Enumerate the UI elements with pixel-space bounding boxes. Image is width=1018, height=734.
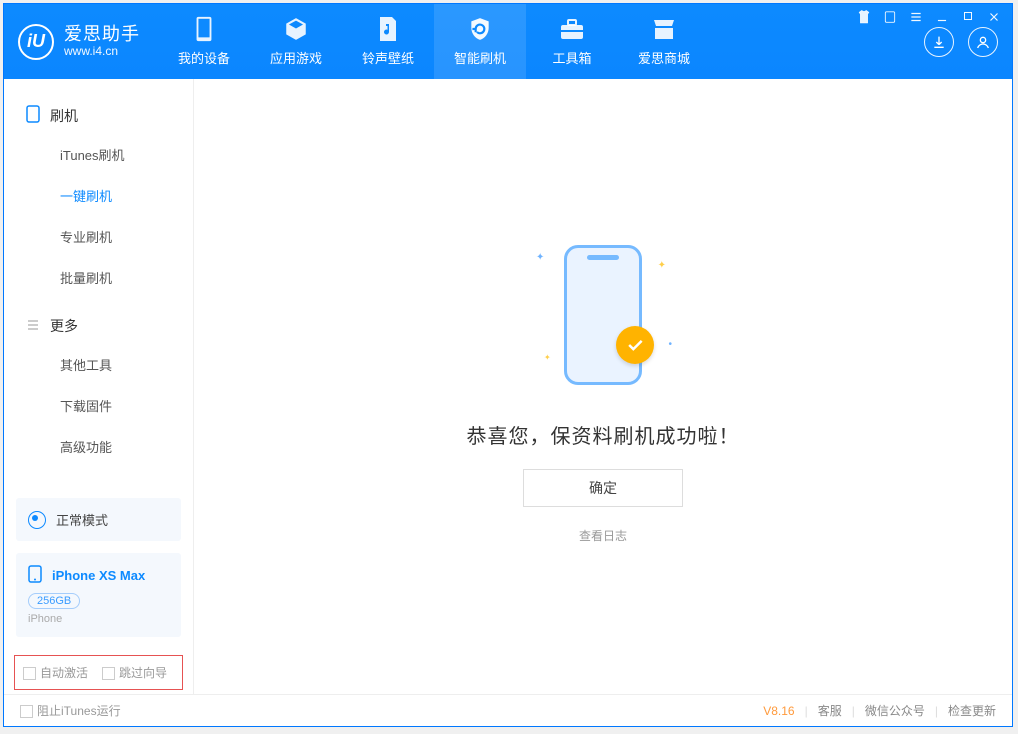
checkbox-label: 跳过向导 [119, 666, 167, 680]
menu-icon[interactable] [908, 10, 924, 27]
main-content: ✦ ✦ ✦ • 恭喜您，保资料刷机成功啦！ 确定 查看日志 [194, 79, 1012, 694]
minimize-icon[interactable] [934, 10, 950, 27]
checkbox-block-itunes[interactable]: 阻止iTunes运行 [20, 702, 121, 719]
support-link[interactable]: 客服 [818, 702, 842, 719]
close-icon[interactable] [986, 10, 1002, 27]
logo-area: iU 爱思助手 www.i4.cn [4, 4, 158, 79]
sidebar-item-itunes-flash[interactable]: iTunes刷机 [4, 134, 193, 175]
shield-refresh-icon [467, 16, 493, 42]
app-name: 爱思助手 [64, 25, 140, 45]
shirt-icon[interactable] [856, 10, 872, 27]
device-name: iPhone XS Max [52, 568, 145, 583]
sidebar-group-more: 更多 [4, 308, 193, 344]
sparkle-icon: • [668, 339, 672, 350]
version-label: V8.16 [763, 704, 794, 718]
sparkle-icon: ✦ [544, 353, 551, 362]
sparkle-icon: ✦ [536, 252, 544, 263]
device-phone-icon [28, 565, 42, 586]
mode-icon [28, 511, 46, 529]
list-icon [26, 318, 40, 335]
download-button[interactable] [924, 27, 954, 57]
group-title: 刷机 [50, 106, 78, 126]
tab-label: 爱思商城 [638, 48, 690, 67]
device-storage: 256GB [28, 593, 80, 609]
mode-label: 正常模式 [56, 510, 108, 529]
device-type: iPhone [28, 613, 169, 625]
check-badge-icon [616, 326, 654, 364]
sidebar: 刷机 iTunes刷机 一键刷机 专业刷机 批量刷机 更多 其他工具 下载固件 … [4, 79, 194, 694]
note-icon[interactable] [882, 10, 898, 27]
tab-store[interactable]: 爱思商城 [618, 4, 710, 79]
success-illustration: ✦ ✦ ✦ • [518, 230, 688, 400]
store-icon [651, 16, 677, 42]
group-title: 更多 [50, 316, 78, 336]
checkbox-label: 阻止iTunes运行 [37, 704, 121, 718]
highlighted-options: 自动激活 跳过向导 [14, 655, 183, 690]
checkbox-icon [20, 705, 33, 718]
logo-icon: iU [18, 24, 54, 60]
tab-toolbox[interactable]: 工具箱 [526, 4, 618, 79]
maximize-icon[interactable] [960, 10, 976, 27]
checkbox-icon [23, 667, 36, 680]
checkbox-auto-activate[interactable]: 自动激活 [23, 664, 88, 681]
tab-my-device[interactable]: 我的设备 [158, 4, 250, 79]
tab-label: 应用游戏 [270, 48, 322, 67]
nav-tabs: 我的设备 应用游戏 铃声壁纸 智能刷机 [158, 4, 710, 79]
tab-label: 我的设备 [178, 48, 230, 67]
view-log-link[interactable]: 查看日志 [579, 527, 627, 544]
tab-apps-games[interactable]: 应用游戏 [250, 4, 342, 79]
sidebar-item-download-firmware[interactable]: 下载固件 [4, 385, 193, 426]
window-controls [856, 10, 1002, 27]
confirm-button[interactable]: 确定 [523, 469, 683, 507]
music-file-icon [375, 16, 401, 42]
device-card[interactable]: iPhone XS Max 256GB iPhone [16, 553, 181, 637]
tab-label: 智能刷机 [454, 48, 506, 67]
tab-label: 铃声壁纸 [362, 48, 414, 67]
phone-icon [191, 16, 217, 42]
sidebar-item-pro-flash[interactable]: 专业刷机 [4, 216, 193, 257]
phone-illustration-icon [564, 245, 642, 385]
checkbox-icon [102, 667, 115, 680]
checkbox-label: 自动激活 [40, 666, 88, 680]
check-update-link[interactable]: 检查更新 [948, 702, 996, 719]
success-message: 恭喜您，保资料刷机成功啦！ [467, 420, 740, 449]
sidebar-item-advanced[interactable]: 高级功能 [4, 426, 193, 467]
sidebar-item-onekey-flash[interactable]: 一键刷机 [4, 175, 193, 216]
tab-ringtone-wallpaper[interactable]: 铃声壁纸 [342, 4, 434, 79]
checkbox-skip-guide[interactable]: 跳过向导 [102, 664, 167, 681]
phone-outline-icon [26, 105, 40, 126]
cube-icon [283, 16, 309, 42]
mode-card[interactable]: 正常模式 [16, 498, 181, 541]
sidebar-item-other-tools[interactable]: 其他工具 [4, 344, 193, 385]
sidebar-item-batch-flash[interactable]: 批量刷机 [4, 257, 193, 298]
wechat-link[interactable]: 微信公众号 [865, 702, 925, 719]
status-bar: 阻止iTunes运行 V8.16 | 客服 | 微信公众号 | 检查更新 [4, 694, 1012, 726]
toolbox-icon [559, 16, 585, 42]
tab-label: 工具箱 [552, 48, 591, 67]
user-button[interactable] [968, 27, 998, 57]
sparkle-icon: ✦ [658, 260, 666, 271]
tab-smart-flash[interactable]: 智能刷机 [434, 4, 526, 79]
sidebar-group-flash: 刷机 [4, 97, 193, 134]
header: iU 爱思助手 www.i4.cn 我的设备 应用游戏 [4, 4, 1012, 79]
app-url: www.i4.cn [64, 45, 140, 58]
